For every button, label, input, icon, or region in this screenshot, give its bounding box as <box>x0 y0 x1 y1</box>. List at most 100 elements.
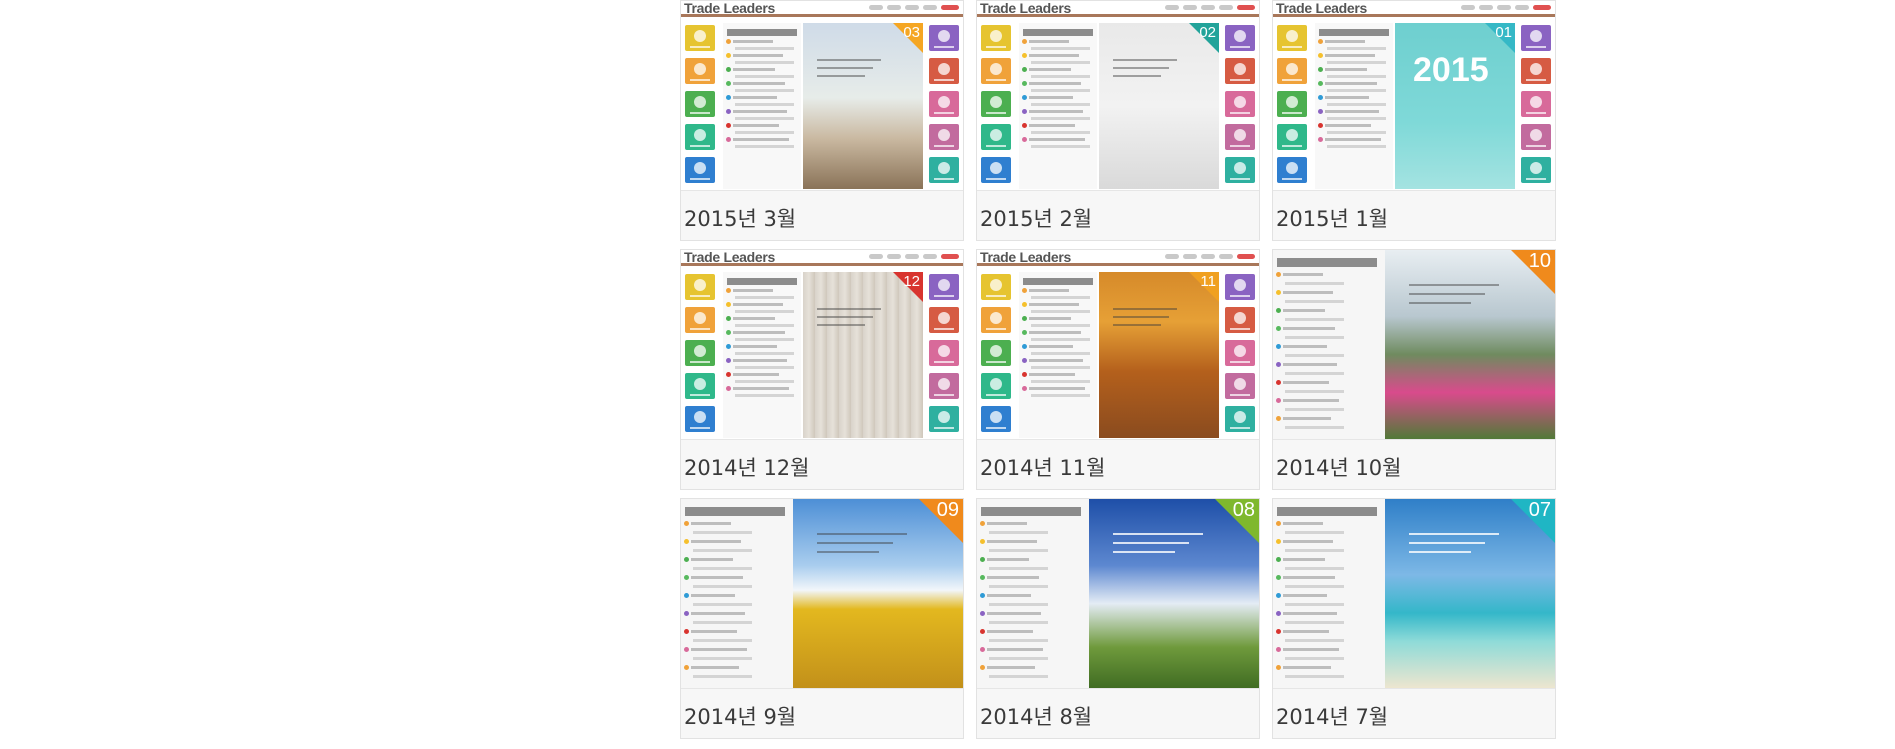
thumbnail-header: Trade Leaders <box>681 250 963 266</box>
issue-card[interactable]: Trade Leaders 11 2014년 11월 <box>976 249 1260 490</box>
right-tile-column <box>1225 25 1255 190</box>
issue-thumbnail[interactable]: Trade Leaders 12 <box>681 250 963 440</box>
thumbnail-nav <box>869 254 959 259</box>
content-line <box>1285 567 1344 570</box>
issue-caption[interactable]: 2014년 11월 <box>980 452 1105 482</box>
issue-card[interactable]: 09 2014년 9월 <box>680 498 964 739</box>
issue-caption[interactable]: 2015년 2월 <box>980 203 1092 233</box>
menu-tile-icon <box>981 274 1011 300</box>
issue-caption[interactable]: 2014년 9월 <box>684 701 796 731</box>
content-bullet <box>980 557 985 562</box>
menu-tile-icon <box>929 157 959 183</box>
content-bullet <box>726 137 731 142</box>
issue-thumbnail[interactable]: 08 <box>977 499 1259 689</box>
quote-line <box>817 67 873 69</box>
menu-tile-icon <box>981 340 1011 366</box>
issue-card[interactable]: Trade Leaders 12 2014년 12월 <box>680 249 964 490</box>
content-bullet <box>684 539 689 544</box>
issue-card[interactable]: Trade Leaders 02 2015년 2월 <box>976 0 1260 241</box>
content-line <box>726 95 777 100</box>
thumbnail-header: Trade Leaders <box>977 250 1259 266</box>
issue-card[interactable]: Trade Leaders 2015 01 2015년 1월 <box>1272 0 1556 241</box>
content-line <box>1285 300 1344 303</box>
menu-tile-icon <box>1521 25 1551 51</box>
content-line <box>1285 585 1344 588</box>
menu-tile-icon <box>1225 25 1255 51</box>
quote-line <box>1113 75 1161 77</box>
thumbnail-header: Trade Leaders <box>1273 1 1555 17</box>
issue-thumbnail[interactable]: 10 <box>1273 250 1555 440</box>
content-bullet <box>1022 67 1027 72</box>
content-line <box>989 567 1048 570</box>
nav-dot <box>905 254 919 259</box>
content-line <box>684 665 739 670</box>
content-line <box>980 665 1035 670</box>
content-line <box>1276 647 1339 652</box>
content-bullet <box>684 593 689 598</box>
content-bullet <box>684 611 689 616</box>
nav-dot <box>1237 5 1255 10</box>
content-bullet <box>1022 95 1027 100</box>
content-heading-bar <box>1277 507 1377 516</box>
content-line <box>1031 380 1090 383</box>
content-line <box>1285 372 1344 375</box>
menu-tile-icon <box>981 91 1011 117</box>
issue-caption[interactable]: 2015년 1월 <box>1276 203 1388 233</box>
content-line <box>1022 53 1079 58</box>
content-line <box>684 521 731 526</box>
issue-card[interactable]: 07 2014년 7월 <box>1272 498 1556 739</box>
content-bullet <box>980 539 985 544</box>
content-line <box>1022 302 1079 307</box>
content-line <box>989 603 1048 606</box>
quote-line <box>817 551 879 553</box>
content-bullet <box>1022 344 1027 349</box>
content-line <box>735 47 794 50</box>
issue-number: 02 <box>1199 24 1216 41</box>
content-line <box>980 575 1039 580</box>
issue-caption[interactable]: 2014년 7월 <box>1276 701 1388 731</box>
content-bullet <box>726 95 731 100</box>
issue-caption[interactable]: 2014년 10월 <box>1276 452 1401 482</box>
content-bullet <box>1022 316 1027 321</box>
content-bullet <box>1276 326 1281 331</box>
menu-tile-icon <box>929 373 959 399</box>
content-bullet <box>1022 81 1027 86</box>
issue-card[interactable]: 10 2014년 10월 <box>1272 249 1556 490</box>
content-line <box>735 117 794 120</box>
issue-thumbnail[interactable]: Trade Leaders 03 <box>681 1 963 191</box>
quote-line <box>817 59 881 61</box>
cover-photo: 03 <box>803 23 923 189</box>
menu-tile-icon <box>1521 58 1551 84</box>
content-bullet <box>726 316 731 321</box>
content-line <box>726 316 775 321</box>
issue-thumbnail[interactable]: Trade Leaders 02 <box>977 1 1259 191</box>
issue-number: 09 <box>936 499 959 521</box>
content-bullet <box>684 629 689 634</box>
trade-leaders-logo: Trade Leaders <box>684 250 776 265</box>
menu-tile-icon <box>1225 373 1255 399</box>
issue-thumbnail[interactable]: Trade Leaders 2015 01 <box>1273 1 1555 191</box>
content-line <box>1276 308 1325 313</box>
content-list <box>1273 250 1385 439</box>
content-bullet <box>726 302 731 307</box>
nav-dot <box>923 5 937 10</box>
content-line <box>1327 61 1386 64</box>
issue-thumbnail[interactable]: 07 <box>1273 499 1555 689</box>
quote-line <box>817 542 893 544</box>
menu-tile-icon <box>981 124 1011 150</box>
content-bullet <box>980 575 985 580</box>
menu-tile-icon <box>685 340 715 366</box>
nav-dot <box>869 254 883 259</box>
content-bullet <box>1022 330 1027 335</box>
content-bullet <box>980 629 985 634</box>
content-line <box>989 675 1048 678</box>
issue-caption[interactable]: 2014년 8월 <box>980 701 1092 731</box>
issue-caption[interactable]: 2015년 3월 <box>684 203 796 233</box>
content-line <box>684 629 737 634</box>
issue-card[interactable]: 08 2014년 8월 <box>976 498 1260 739</box>
issue-card[interactable]: Trade Leaders 03 2015년 3월 <box>680 0 964 241</box>
menu-tile-icon <box>685 124 715 150</box>
issue-thumbnail[interactable]: 09 <box>681 499 963 689</box>
issue-caption[interactable]: 2014년 12월 <box>684 452 809 482</box>
issue-thumbnail[interactable]: Trade Leaders 11 <box>977 250 1259 440</box>
